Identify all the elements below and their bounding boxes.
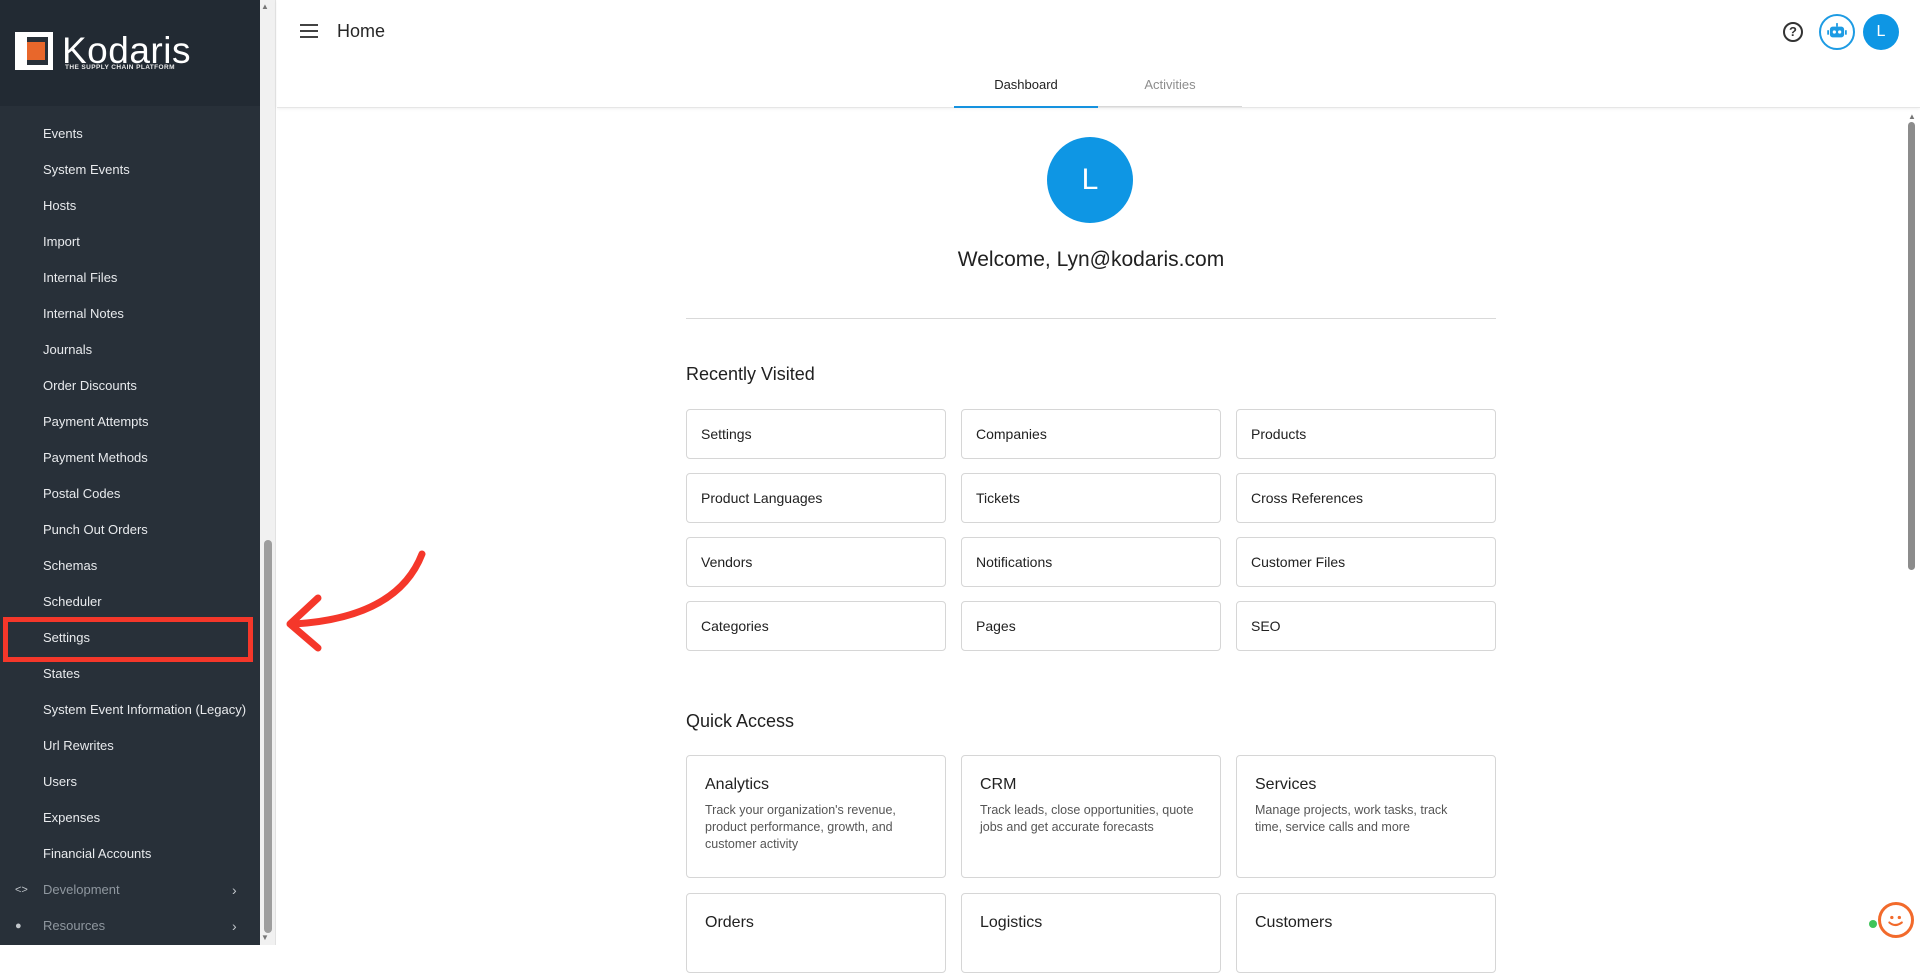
recent-card-product-languages[interactable]: Product Languages [686,473,946,523]
sidebar-group-development[interactable]: <> Development › [0,872,260,908]
help-icon[interactable]: ? [1783,22,1803,42]
logo-area: Kodaris THE SUPPLY CHAIN PLATFORM [0,0,260,106]
sidebar-item-import[interactable]: Import [0,224,260,260]
recent-card-cross-references[interactable]: Cross References [1236,473,1496,523]
hamburger-menu-icon[interactable] [300,24,318,38]
sidebar-item-events[interactable]: Events [0,116,260,152]
sidebar-item-payment-attempts[interactable]: Payment Attempts [0,404,260,440]
sidebar: Kodaris THE SUPPLY CHAIN PLATFORM Events… [0,0,260,945]
sidebar-item-financial-accounts[interactable]: Financial Accounts [0,836,260,872]
recent-card-vendors[interactable]: Vendors [686,537,946,587]
quick-access-card-title: Analytics [705,776,770,793]
quick-access-crm[interactable]: CRM Track leads, close opportunities, qu… [961,755,1221,878]
sidebar-item-order-discounts[interactable]: Order Discounts [0,368,260,404]
welcome-avatar: L [1047,137,1133,223]
sidebar-item-punch-out-orders[interactable]: Punch Out Orders [0,512,260,548]
sidebar-item-scheduler[interactable]: Scheduler [0,584,260,620]
quick-access-orders[interactable]: Orders [686,893,946,973]
sidebar-nav: Events System Events Hosts Import Intern… [0,116,260,944]
sidebar-group-resources[interactable]: ● Resources › [0,908,260,944]
scroll-up-icon[interactable]: ▲ [261,2,269,11]
recent-card-categories[interactable]: Categories [686,601,946,651]
sidebar-item-url-rewrites[interactable]: Url Rewrites [0,728,260,764]
quick-access-card-desc: Track your organization's revenue, produ… [705,803,896,851]
quick-access-card-title: Orders [705,914,754,931]
welcome-message: Welcome, Lyn@kodaris.com [957,248,1225,271]
assistant-bot-icon[interactable] [1819,14,1855,50]
settings-highlight-box [3,617,253,662]
sidebar-item-journals[interactable]: Journals [0,332,260,368]
sidebar-item-internal-notes[interactable]: Internal Notes [0,296,260,332]
sidebar-group-label: Resources [43,918,106,933]
quick-access-card-title: Customers [1255,914,1333,931]
recent-card-tickets[interactable]: Tickets [961,473,1221,523]
recent-card-customer-files[interactable]: Customer Files [1236,537,1496,587]
online-status-dot [1869,920,1877,928]
chevron-right-icon: › [232,882,237,898]
quick-access-card-title: CRM [980,776,1017,793]
code-icon: <> [15,884,28,896]
tab-divider [1098,106,1242,107]
quick-access-card-desc: Track leads, close opportunities, quote … [980,803,1194,834]
tab-dashboard[interactable]: Dashboard [954,72,1098,108]
sidebar-item-payment-methods[interactable]: Payment Methods [0,440,260,476]
quick-access-title: Quick Access [686,711,795,731]
help-circle-icon: ● [15,920,22,932]
brand-tagline: THE SUPPLY CHAIN PLATFORM [65,64,175,71]
tab-bar: Dashboard Activities [954,72,1242,108]
main-scroll-up-icon[interactable]: ▲ [1908,112,1916,121]
welcome-divider [686,318,1496,319]
sidebar-item-internal-files[interactable]: Internal Files [0,260,260,296]
recently-visited-title: Recently Visited [686,364,815,384]
quick-access-logistics[interactable]: Logistics [961,893,1221,973]
kodaris-logo-icon [15,32,53,70]
quick-access-customers[interactable]: Customers [1236,893,1496,973]
chat-support-icon[interactable] [1878,902,1914,938]
scroll-down-icon[interactable]: ▼ [261,933,269,942]
sidebar-scroll-thumb[interactable] [264,540,272,933]
user-avatar[interactable]: L [1863,14,1899,50]
recent-card-notifications[interactable]: Notifications [961,537,1221,587]
chevron-right-icon: › [232,918,237,934]
quick-access-card-title: Services [1255,776,1317,793]
sidebar-item-system-event-information[interactable]: System Event Information (Legacy) [0,692,260,728]
main-scroll-thumb[interactable] [1908,122,1915,570]
annotation-arrow-icon [286,550,426,652]
quick-access-card-title: Logistics [980,914,1043,931]
recent-card-pages[interactable]: Pages [961,601,1221,651]
sidebar-item-postal-codes[interactable]: Postal Codes [0,476,260,512]
sidebar-item-system-events[interactable]: System Events [0,152,260,188]
quick-access-analytics[interactable]: Analytics Track your organization's reve… [686,755,946,878]
tab-activities[interactable]: Activities [1098,72,1242,108]
quick-access-card-desc: Manage projects, work tasks, track time,… [1255,803,1448,834]
sidebar-item-expenses[interactable]: Expenses [0,800,260,836]
recent-card-companies[interactable]: Companies [961,409,1221,459]
top-header: Home ? L Dashboard Activities [277,0,1920,108]
sidebar-item-hosts[interactable]: Hosts [0,188,260,224]
quick-access-services[interactable]: Services Manage projects, work tasks, tr… [1236,755,1496,878]
recent-card-products[interactable]: Products [1236,409,1496,459]
sidebar-group-label: Development [43,882,120,897]
sidebar-item-schemas[interactable]: Schemas [0,548,260,584]
sidebar-item-users[interactable]: Users [0,764,260,800]
page-title: Home [337,21,386,41]
recent-card-seo[interactable]: SEO [1236,601,1496,651]
recent-card-settings[interactable]: Settings [686,409,946,459]
